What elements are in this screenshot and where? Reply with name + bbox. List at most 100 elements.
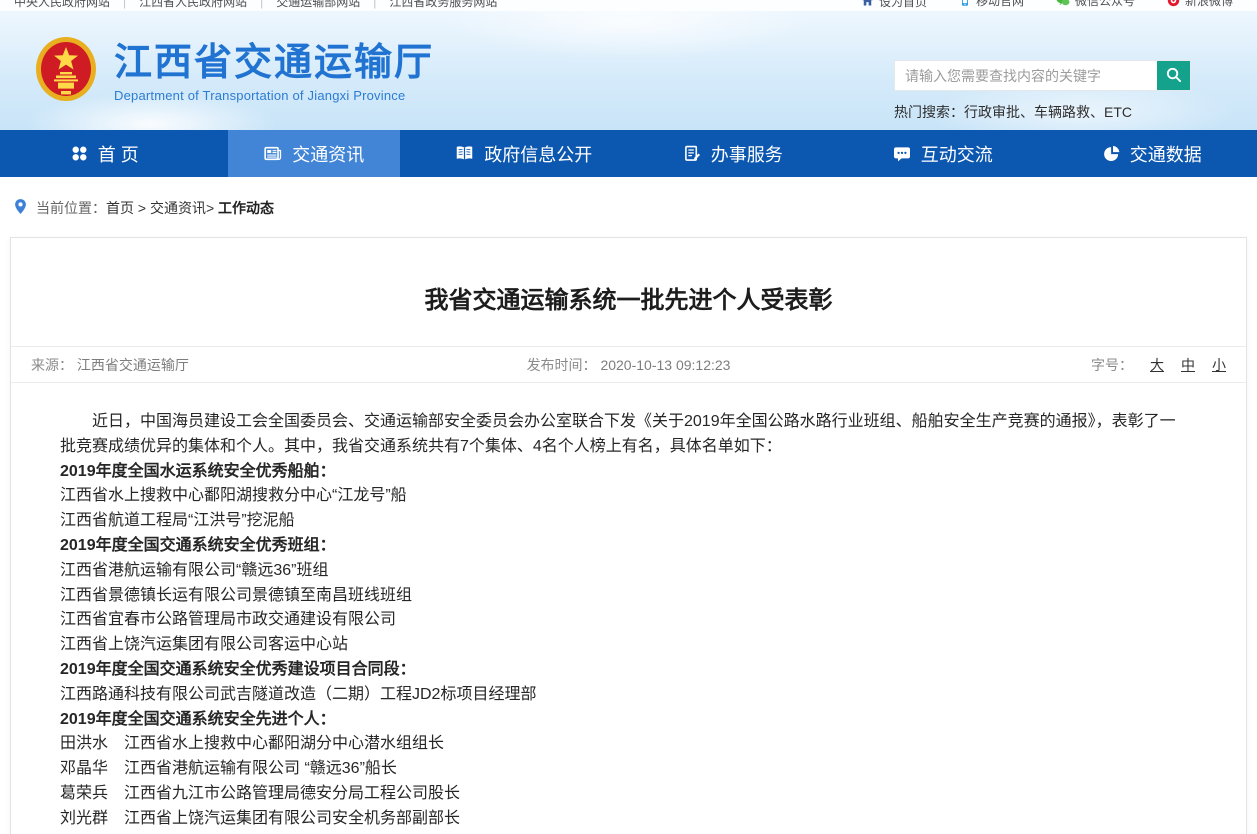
breadcrumb-trail: 首页 > 交通资讯> 工作动态 — [106, 198, 274, 218]
topbar-link[interactable]: 江西省政务服务网站 — [389, 0, 497, 9]
chat-icon — [893, 146, 911, 162]
font-size-option-大[interactable]: 大 — [1150, 357, 1164, 373]
quick-link-wechat[interactable]: 微信公众号 — [1056, 0, 1135, 9]
search-input[interactable] — [895, 61, 1157, 90]
quick-link-label: 移动官网 — [976, 0, 1024, 9]
nav-item-services[interactable]: 办事服务 — [629, 130, 839, 177]
quick-link-weibo[interactable]: 新浪微博 — [1167, 0, 1233, 9]
nav-item-pill: 首 页 — [35, 130, 175, 177]
font-size-label: 字号： — [1091, 357, 1133, 373]
book-icon — [455, 145, 474, 162]
article-paragraph: 江西省水上搜救中心鄱阳湖搜救分中心“江龙号”船 — [60, 484, 1180, 509]
article-publish-time: 发布时间： 2020-10-13 09:12:23 — [527, 355, 731, 375]
topbar-quick-links: 设为首页 移动官网 微信公众号 新浪微博 — [829, 0, 1233, 10]
nav-item-pill: 互动交流 — [857, 130, 1029, 177]
article-paragraph: 江西省景德镇长运有限公司景德镇至南昌班线班组 — [60, 584, 1180, 609]
publish-label: 发布时间： — [527, 357, 597, 373]
article-paragraph: 刘光群 江西省上饶汽运集团有限公司安全机务部副部长 — [60, 807, 1180, 832]
site-subtitle: Department of Transportation of Jiangxi … — [114, 88, 434, 103]
article-source: 来源： 江西省交通运输厅 — [31, 355, 527, 375]
weibo-icon — [1167, 0, 1180, 7]
article-paragraph: 江西省港航运输有限公司“赣远36”班组 — [60, 559, 1180, 584]
location-pin-icon — [14, 198, 27, 218]
publish-value: 2020-10-13 09:12:23 — [600, 357, 730, 373]
topbar-link[interactable]: 中央人民政府网站 — [14, 0, 110, 9]
breadcrumb-link[interactable]: 交通资讯 — [150, 200, 206, 216]
pie-icon — [1103, 145, 1120, 162]
topbar-link[interactable]: 江西省人民政府网站 — [139, 0, 247, 9]
nav-item-pill: 政府信息公开 — [419, 130, 628, 177]
nav-item-label: 互动交流 — [921, 141, 993, 167]
mobile-icon — [959, 0, 971, 7]
quick-link-mobile-site[interactable]: 移动官网 — [959, 0, 1024, 9]
topbar-link[interactable]: 交通运输部网站 — [276, 0, 360, 9]
article-paragraph: 田洪水 江西省水上搜救中心鄱阳湖分中心潜水组组长 — [60, 732, 1180, 757]
quick-link-set-homepage[interactable]: 设为首页 — [861, 0, 927, 10]
nav-item-home[interactable]: 首 页 — [0, 130, 210, 177]
article-paragraph: 2019年度全国水运系统安全优秀船舶： — [60, 460, 1180, 485]
article-paragraph: 江西省宜春市公路管理局市政交通建设有限公司 — [60, 608, 1180, 633]
page: 中央人民政府网站 | 江西省人民政府网站 | 交通运输部网站 | 江西省政务服务网站 设为首… — [0, 0, 1257, 834]
nav-item-pill: 交通数据 — [1067, 130, 1238, 177]
nav-item-interaction[interactable]: 互动交流 — [838, 130, 1048, 177]
breadcrumb-label: 当前位置： — [36, 198, 106, 218]
quick-link-label: 微信公众号 — [1075, 0, 1135, 9]
nav-item-pill: 交通资讯 — [228, 130, 400, 177]
main-nav: 首 页 交通资讯 政府信息公开 办事服务 互动交流 交通数据 — [0, 130, 1257, 177]
search-button[interactable] — [1157, 61, 1190, 90]
topbar-separator: | — [260, 0, 263, 9]
article-meta-row: 来源： 江西省交通运输厅 发布时间： 2020-10-13 09:12:23 字… — [11, 346, 1246, 383]
service-icon — [684, 145, 701, 162]
nav-item-label: 首 页 — [98, 141, 139, 167]
breadcrumb-current: 工作动态 — [218, 200, 274, 216]
site-header: 江西省交通运输厅 Department of Transportation of… — [0, 11, 1257, 130]
nav-item-label: 政府信息公开 — [484, 141, 592, 167]
font-size-option-小[interactable]: 小 — [1212, 357, 1226, 373]
font-size-control: 字号： 大 中 小 — [730, 355, 1226, 375]
breadcrumb-link[interactable]: 首页 — [106, 200, 134, 216]
source-value: 江西省交通运输厅 — [77, 357, 189, 373]
search-area: 热门搜索：行政审批、车辆路救、ETC — [894, 60, 1191, 122]
article-paragraph: 葛荣兵 江西省九江市公路管理局德安分局工程公司股长 — [60, 782, 1180, 807]
quick-link-label: 新浪微博 — [1185, 0, 1233, 9]
article-paragraph: 江西省航道工程局“江洪号”挖泥船 — [60, 509, 1180, 534]
nav-item-label: 办事服务 — [711, 141, 783, 167]
breadcrumb-separator: > — [206, 200, 218, 216]
article-container: 我省交通运输系统一批先进个人受表彰 来源： 江西省交通运输厅 发布时间： 202… — [10, 237, 1247, 834]
article-body: 近日，中国海员建设工会全国委员会、交通运输部安全委员会办公室联合下发《关于201… — [11, 383, 1246, 834]
site-brand[interactable]: 江西省交通运输厅 Department of Transportation of… — [34, 35, 434, 110]
grid-icon — [71, 145, 88, 162]
article-paragraph: 2019年度全国交通系统安全优秀建设项目合同段： — [60, 658, 1180, 683]
site-title: 江西省交通运输厅 — [114, 42, 434, 85]
font-size-option-中[interactable]: 中 — [1181, 357, 1195, 373]
hot-search-terms[interactable]: 行政审批、车辆路救、ETC — [964, 104, 1132, 120]
topbar-links: 中央人民政府网站 | 江西省人民政府网站 | 交通运输部网站 | 江西省政务服务网站 — [14, 0, 497, 10]
breadcrumb: 当前位置： 首页 > 交通资讯> 工作动态 — [0, 177, 1257, 237]
topbar-separator: | — [123, 0, 126, 9]
source-label: 来源： — [31, 357, 73, 373]
search-icon — [1165, 66, 1182, 86]
article-paragraph: 江西路通科技有限公司武吉隧道改造（二期）工程JD2标项目经理部 — [60, 683, 1180, 708]
nav-item-label: 交通资讯 — [292, 141, 364, 167]
nav-item-label: 交通数据 — [1130, 141, 1202, 167]
nav-item-gov-info[interactable]: 政府信息公开 — [419, 130, 629, 177]
article-paragraph: 邓晶华 江西省港航运输有限公司 “赣远36”船长 — [60, 757, 1180, 782]
nav-item-data[interactable]: 交通数据 — [1048, 130, 1257, 177]
topbar-separator: | — [373, 0, 376, 9]
quick-link-label: 设为首页 — [879, 0, 927, 10]
national-emblem-icon — [34, 35, 98, 110]
top-utility-bar: 中央人民政府网站 | 江西省人民政府网站 | 交通运输部网站 | 江西省政务服务网站 设为首… — [0, 0, 1257, 11]
article-paragraph: 2019年度全国交通系统安全先进个人： — [60, 708, 1180, 733]
hot-search-label: 热门搜索： — [894, 104, 964, 120]
home-icon — [861, 0, 874, 7]
breadcrumb-separator: > — [134, 200, 150, 216]
news-icon — [264, 145, 282, 162]
article-paragraph: 近日，中国海员建设工会全国委员会、交通运输部安全委员会办公室联合下发《关于201… — [60, 410, 1180, 460]
font-size-options: 大中小 — [1133, 357, 1226, 373]
article-paragraph: 2019年度全国交通系统安全优秀班组： — [60, 534, 1180, 559]
article-title: 我省交通运输系统一批先进个人受表彰 — [11, 238, 1246, 346]
nav-item-pill: 办事服务 — [648, 130, 819, 177]
wechat-icon — [1056, 0, 1070, 7]
nav-item-news[interactable]: 交通资讯 — [210, 130, 420, 177]
article-paragraph: 江西省上饶汽运集团有限公司客运中心站 — [60, 633, 1180, 658]
